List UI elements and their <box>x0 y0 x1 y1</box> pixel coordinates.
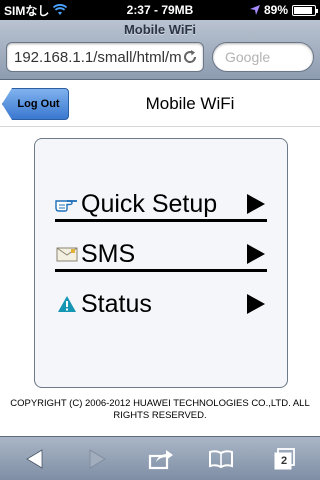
forward-icon[interactable] <box>84 447 110 471</box>
battery-icon <box>292 4 318 16</box>
menu-divider <box>55 219 267 222</box>
browser-page-title: Mobile WiFi <box>123 22 197 37</box>
play-arrow-icon <box>247 194 265 214</box>
copyright-text: COPYRIGHT (C) 2006-2012 HUAWEI TECHNOLOG… <box>10 398 310 421</box>
wifi-icon <box>53 4 68 15</box>
page-title: Mobile WiFi <box>145 94 235 113</box>
status-time: 2:37 - 79MB <box>126 3 194 17</box>
pointing-hand-icon <box>55 194 79 214</box>
status-left: SIMなし <box>4 2 114 19</box>
status-right: 89% <box>206 3 318 17</box>
browser-top-bar: Mobile WiFi 192.168.1.1/small/html/m Goo… <box>0 20 320 80</box>
header-divider <box>0 126 320 127</box>
carrier-label: SIMなし <box>4 3 50 18</box>
play-arrow-icon <box>247 294 265 314</box>
menu-item-label: Quick Setup <box>81 189 218 218</box>
search-field[interactable]: Google <box>212 42 314 72</box>
back-icon[interactable] <box>22 447 48 471</box>
warning-icon <box>55 294 79 314</box>
logout-button[interactable]: Log Out <box>2 88 69 120</box>
menu-item-label: Status <box>81 289 152 318</box>
battery-percent: 89% <box>263 3 288 17</box>
tab-count-label: 2 <box>281 455 288 467</box>
play-arrow-icon <box>247 244 265 264</box>
status-bar: SIMなし 2:37 - 79MB 89% <box>0 0 320 20</box>
browser-bottom-bar: 2 <box>0 436 320 480</box>
share-icon[interactable] <box>148 447 174 471</box>
reload-icon[interactable] <box>182 49 198 65</box>
menu-item-status[interactable]: Status <box>55 283 267 325</box>
envelope-icon <box>55 244 79 264</box>
menu-divider <box>55 269 267 272</box>
menu-item-label: SMS <box>81 239 136 268</box>
location-arrow-icon <box>249 5 260 15</box>
battery-fill <box>294 6 312 14</box>
menu-panel: Quick Setup SMS Status <box>34 138 288 388</box>
bookmarks-icon[interactable] <box>208 447 234 471</box>
url-field[interactable]: 192.168.1.1/small/html/m <box>6 42 204 72</box>
